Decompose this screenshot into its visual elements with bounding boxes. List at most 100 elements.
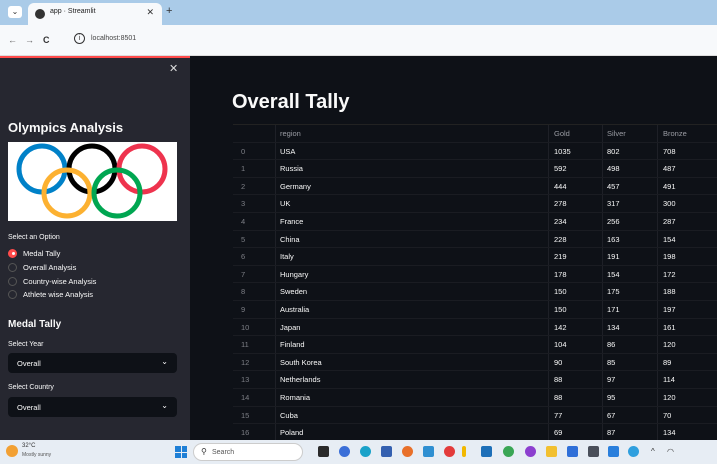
table-row[interactable]: 3 UK 278 317 300 bbox=[233, 195, 717, 213]
cell-region: Australia bbox=[280, 304, 310, 314]
column-header-region[interactable]: region bbox=[280, 129, 301, 138]
app-icon[interactable] bbox=[525, 446, 536, 457]
radio-unselected-icon[interactable] bbox=[8, 262, 17, 272]
radio-unselected-icon[interactable] bbox=[8, 289, 17, 299]
radio-label: Medal Tally bbox=[23, 248, 61, 258]
cell-gold: 278 bbox=[554, 199, 567, 209]
app-icon[interactable] bbox=[462, 446, 466, 457]
table-row[interactable]: 4 France 234 256 287 bbox=[233, 213, 717, 231]
table-header-row: region Gold Silver Bronze bbox=[233, 125, 717, 143]
chevron-down-icon: ⌄ bbox=[161, 357, 168, 366]
row-index: 2 bbox=[241, 181, 246, 191]
new-tab-icon[interactable]: + bbox=[166, 5, 172, 17]
taskbar-search[interactable]: ⚲ Search bbox=[193, 443, 303, 461]
row-index: 15 bbox=[241, 410, 250, 420]
windows-start-icon[interactable] bbox=[175, 446, 187, 458]
table-row[interactable]: 13 Netherlands 88 97 114 bbox=[233, 371, 717, 389]
cell-region: Finland bbox=[280, 340, 305, 350]
column-header-gold[interactable]: Gold bbox=[554, 129, 570, 138]
table-row[interactable]: 15 Cuba 77 67 70 bbox=[233, 407, 717, 425]
network-icon[interactable]: ◠ bbox=[667, 447, 674, 456]
chat-icon[interactable] bbox=[339, 446, 350, 457]
cell-gold: 142 bbox=[554, 322, 567, 332]
cell-silver: 134 bbox=[607, 322, 620, 332]
vscode-icon[interactable] bbox=[608, 446, 619, 457]
select-year-label: Select Year bbox=[8, 341, 44, 348]
cell-bronze: 161 bbox=[663, 322, 676, 332]
table-row[interactable]: 12 South Korea 90 85 89 bbox=[233, 354, 717, 372]
cell-silver: 87 bbox=[607, 428, 616, 438]
file-explorer-icon[interactable] bbox=[546, 446, 557, 457]
tab-menu-chevron-icon[interactable]: ⌄ bbox=[8, 6, 22, 18]
sidebar-close-icon[interactable]: ✕ bbox=[169, 62, 178, 75]
select-option-label: Select an Option bbox=[8, 234, 60, 241]
forward-icon[interactable]: → bbox=[25, 35, 34, 45]
cell-region: South Korea bbox=[280, 357, 322, 367]
medal-tally-table[interactable]: region Gold Silver Bronze 0 USA 1035 802 708… bbox=[233, 124, 717, 442]
cell-silver: 498 bbox=[607, 164, 620, 174]
column-header-bronze[interactable]: Bronze bbox=[663, 129, 687, 138]
cell-silver: 175 bbox=[607, 287, 620, 297]
app-icon[interactable] bbox=[423, 446, 434, 457]
cell-bronze: 120 bbox=[663, 392, 676, 402]
app-icon[interactable] bbox=[567, 446, 578, 457]
radio-athlete-wise-analysis[interactable]: Athlete wise Analysis bbox=[8, 289, 93, 299]
linkedin-icon[interactable] bbox=[481, 446, 492, 457]
sun-cloud-icon[interactable] bbox=[6, 445, 18, 457]
cell-silver: 97 bbox=[607, 375, 616, 385]
weather-temperature[interactable]: 32°C bbox=[22, 443, 35, 449]
cell-gold: 88 bbox=[554, 392, 563, 402]
table-row[interactable]: 1 Russia 592 498 487 bbox=[233, 160, 717, 178]
select-year-dropdown[interactable]: Overall ⌄ bbox=[8, 353, 177, 373]
task-view-icon[interactable] bbox=[318, 446, 329, 457]
ring-red-icon bbox=[116, 143, 168, 195]
table-row[interactable]: 14 Romania 88 95 120 bbox=[233, 389, 717, 407]
radio-overall-analysis[interactable]: Overall Analysis bbox=[8, 262, 76, 272]
cell-bronze: 287 bbox=[663, 216, 676, 226]
table-row[interactable]: 9 Australia 150 171 197 bbox=[233, 301, 717, 319]
firefox-icon[interactable] bbox=[402, 446, 413, 457]
url-field[interactable]: localhost:8501 bbox=[91, 35, 136, 42]
column-header-silver[interactable]: Silver bbox=[607, 129, 626, 138]
row-index: 8 bbox=[241, 287, 246, 297]
browser-tab[interactable]: app · Streamlit ✕ bbox=[28, 3, 162, 25]
table-row[interactable]: 10 Japan 142 134 161 bbox=[233, 319, 717, 337]
cell-silver: 171 bbox=[607, 304, 620, 314]
row-index: 6 bbox=[241, 252, 246, 262]
radio-unselected-icon[interactable] bbox=[8, 276, 17, 286]
radio-selected-icon[interactable] bbox=[8, 248, 17, 258]
os-taskbar: 32°C Mostly sunny ⚲ Search ^ ◠ bbox=[0, 440, 717, 464]
cell-bronze: 487 bbox=[663, 164, 676, 174]
app-icon[interactable] bbox=[503, 446, 514, 457]
cell-bronze: 300 bbox=[663, 199, 676, 209]
radio-country-wise-analysis[interactable]: Country-wise Analysis bbox=[8, 276, 96, 286]
cell-silver: 95 bbox=[607, 392, 616, 402]
cell-region: China bbox=[280, 234, 300, 244]
row-index: 16 bbox=[241, 428, 250, 438]
app-icon[interactable] bbox=[444, 446, 455, 457]
table-row[interactable]: 7 Hungary 178 154 172 bbox=[233, 266, 717, 284]
table-row[interactable]: 2 Germany 444 457 491 bbox=[233, 178, 717, 196]
app-icon[interactable] bbox=[381, 446, 392, 457]
weather-description[interactable]: Mostly sunny bbox=[22, 452, 51, 458]
chevron-up-icon[interactable]: ^ bbox=[651, 447, 655, 456]
edge-browser-icon[interactable] bbox=[360, 446, 371, 457]
row-index: 4 bbox=[241, 216, 246, 226]
table-row[interactable]: 8 Sweden 150 175 188 bbox=[233, 283, 717, 301]
mail-icon[interactable] bbox=[588, 446, 599, 457]
table-row[interactable]: 11 Finland 104 86 120 bbox=[233, 336, 717, 354]
site-info-icon[interactable]: i bbox=[74, 33, 85, 44]
tab-close-icon[interactable]: ✕ bbox=[146, 7, 154, 18]
radio-medal-tally[interactable]: Medal Tally bbox=[8, 248, 60, 258]
sidebar-section-title: Medal Tally bbox=[8, 319, 62, 330]
reload-icon[interactable]: C bbox=[43, 35, 50, 45]
back-icon[interactable]: ← bbox=[8, 35, 17, 45]
select-country-dropdown[interactable]: Overall ⌄ bbox=[8, 397, 177, 417]
table-row[interactable]: 5 China 228 163 154 bbox=[233, 231, 717, 249]
table-row[interactable]: 0 USA 1035 802 708 bbox=[233, 143, 717, 161]
cell-gold: 104 bbox=[554, 340, 567, 350]
chrome-icon[interactable] bbox=[628, 446, 639, 457]
table-row[interactable]: 6 Italy 219 191 198 bbox=[233, 248, 717, 266]
cell-region: Germany bbox=[280, 181, 311, 191]
sidebar-title: Olympics Analysis bbox=[8, 120, 124, 135]
